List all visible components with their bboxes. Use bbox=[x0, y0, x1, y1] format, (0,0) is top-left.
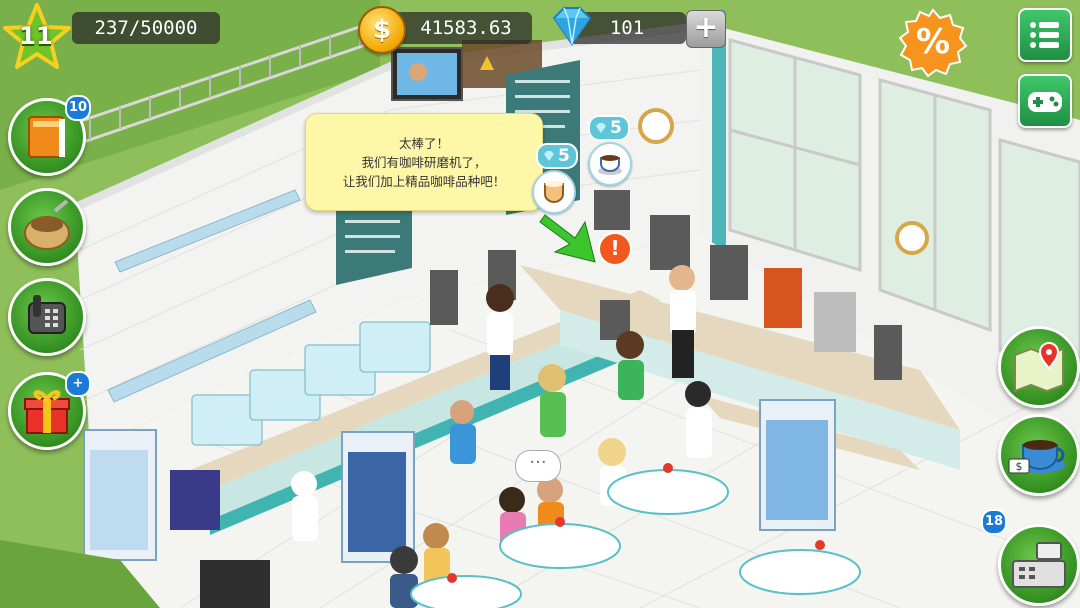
gem-icon bbox=[552, 7, 592, 46]
coffee-sack-icon bbox=[24, 199, 70, 250]
espresso-cup-icon bbox=[598, 155, 622, 175]
sale-button[interactable]: % bbox=[898, 8, 968, 78]
sale-label: % bbox=[915, 22, 951, 62]
dialog-line-1: 太棒了！ bbox=[398, 135, 449, 151]
gamepad-icon bbox=[1028, 92, 1062, 112]
phone-icon bbox=[28, 295, 66, 334]
dialog-line-2: 我们有咖啡研磨机了， bbox=[361, 154, 487, 170]
order-gem-amount: 5 bbox=[610, 118, 622, 138]
player-level: 11 bbox=[19, 22, 53, 50]
gift-plus-badge: + bbox=[65, 371, 91, 397]
small-gem-icon bbox=[596, 123, 606, 133]
list-icon bbox=[1030, 22, 1059, 48]
xp-progress: 237/50000 bbox=[72, 12, 220, 44]
phone-button[interactable] bbox=[8, 278, 86, 356]
map-icon bbox=[1014, 341, 1064, 393]
minigame-button[interactable] bbox=[1018, 74, 1072, 128]
latte-cup-icon bbox=[544, 181, 564, 203]
recipe-count-badge: 10 bbox=[65, 95, 91, 121]
svg-text:$: $ bbox=[1016, 460, 1023, 473]
alert-marker[interactable]: ! bbox=[598, 232, 632, 266]
customer-chat-bubble[interactable]: ··· bbox=[515, 450, 561, 482]
gift-button[interactable]: + bbox=[8, 371, 91, 450]
order-gem-amount: 5 bbox=[558, 146, 570, 166]
add-gems-button[interactable]: + bbox=[686, 10, 726, 48]
coffee-order-bubble[interactable] bbox=[532, 170, 576, 214]
order-gem-reward[interactable]: 5 bbox=[536, 143, 578, 169]
coffee-cup-icon: $ bbox=[1008, 440, 1065, 474]
coffee-order-bubble[interactable] bbox=[588, 142, 632, 186]
map-button[interactable] bbox=[998, 326, 1080, 408]
order-gem-reward[interactable]: 5 bbox=[588, 115, 630, 141]
cash-register-icon bbox=[1012, 542, 1066, 588]
dialog-line-3: 让我们加上精品咖啡品种吧！ bbox=[342, 173, 506, 189]
ingredients-button[interactable] bbox=[8, 188, 86, 266]
register-count-badge: 18 bbox=[981, 509, 1007, 535]
game-scene: 11 237/50000 41583.63 $ 101 + % 10 + $ 1… bbox=[0, 0, 1080, 608]
recipe-book-button[interactable]: 10 bbox=[8, 95, 91, 176]
tutorial-speech-bubble: 太棒了！ 我们有咖啡研磨机了， 让我们加上精品咖啡品种吧！ bbox=[305, 113, 556, 211]
cash-register-button[interactable]: 18 bbox=[981, 509, 1080, 606]
small-gem-icon bbox=[544, 151, 554, 161]
sell-coffee-button[interactable]: $ bbox=[998, 414, 1080, 496]
cafe-background bbox=[0, 0, 1080, 608]
menu-button[interactable] bbox=[1018, 8, 1072, 62]
coin-icon: $ bbox=[358, 6, 406, 54]
